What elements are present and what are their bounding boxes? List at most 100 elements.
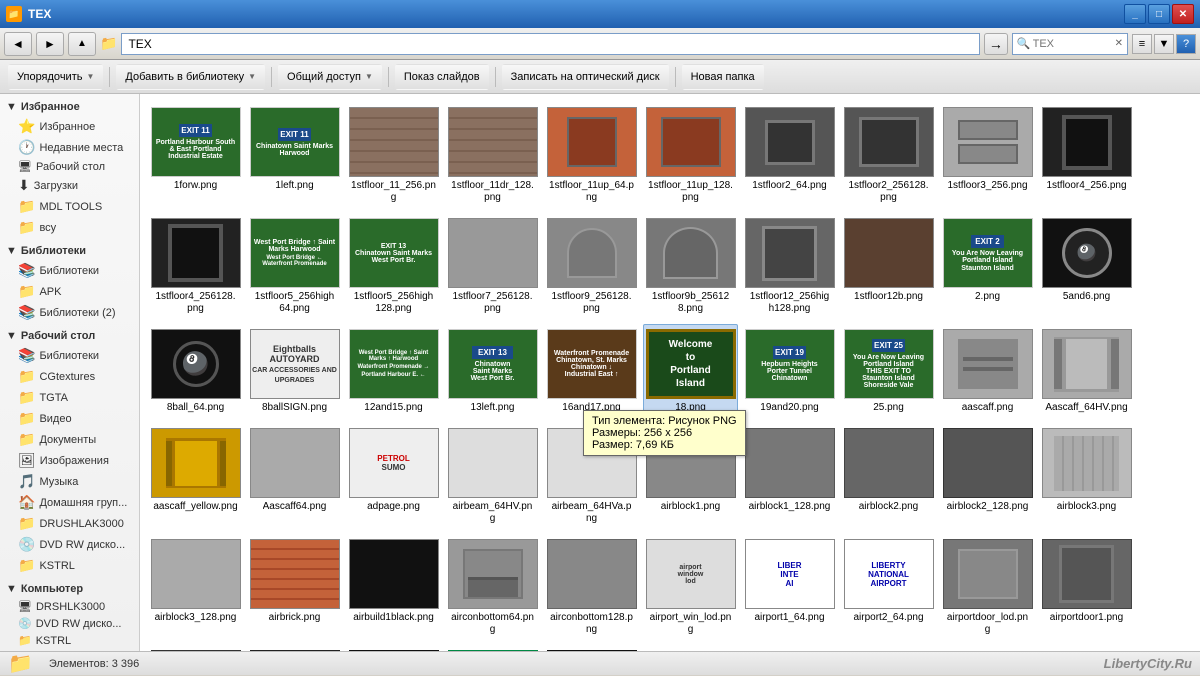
address-input[interactable] <box>121 33 979 55</box>
sidebar-item-apk[interactable]: 📁APK <box>0 281 139 302</box>
forward-button[interactable]: ► <box>36 32 64 56</box>
file-item[interactable]: airportwindowlod airport_win_lod.png <box>643 534 738 641</box>
file-item[interactable]: airportdoor3.png <box>346 645 441 651</box>
go-button[interactable]: → <box>984 33 1008 55</box>
sidebar-item-images[interactable]: 🖼Изображения <box>0 450 139 471</box>
libraries-header[interactable]: ▼ Библиотеки <box>0 242 139 260</box>
search-clear-icon[interactable]: ✕ <box>1115 38 1123 49</box>
new-folder-button[interactable]: Новая папка <box>682 64 764 90</box>
file-item[interactable]: 1stfloor_11dr_128.png <box>445 102 540 209</box>
close-button[interactable]: ✕ <box>1172 4 1194 24</box>
file-item[interactable]: EXIT 19 Hepburn HeightsPorter TunnelChin… <box>742 324 837 419</box>
sidebar-item-cgtex[interactable]: 📁CGtextures <box>0 366 139 387</box>
back-button[interactable]: ◄ <box>4 32 32 56</box>
desktop-header[interactable]: ▼ Рабочий стол <box>0 327 139 345</box>
file-item[interactable]: 1stfloor4_256128.png <box>148 213 243 320</box>
file-item[interactable]: EXIT 25 You Are Now LeavingPortland Isla… <box>841 324 936 419</box>
file-item[interactable]: EXIT 13 ChinatownSaint MarksWest Port Br… <box>445 324 540 419</box>
file-item[interactable]: aascaff_yellow.png <box>148 423 243 530</box>
file-item[interactable]: 1stfloor_11up_128.png <box>643 102 738 209</box>
file-item[interactable]: LIBERTYNATIONALAIRPORT airport2_64.png <box>841 534 936 641</box>
sidebar-item-kstrl2[interactable]: 📁KSTRL <box>0 632 139 649</box>
minimize-button[interactable]: _ <box>1124 4 1146 24</box>
file-grid-container[interactable]: EXIT 11 Portland Harbour South & East Po… <box>140 94 1200 651</box>
file-item[interactable]: 1stfloor12_256high128.png <box>742 213 837 320</box>
sidebar-item-dvd2[interactable]: 💿DVD RW диско... <box>0 615 139 632</box>
file-item[interactable]: airbrick.png <box>247 534 342 641</box>
sidebar-item-libs2[interactable]: 📚Библиотеки (2) <box>0 302 139 323</box>
file-item[interactable]: 1stfloor2_64.png <box>742 102 837 209</box>
sidebar-item-home[interactable]: 🏠Домашняя груп... <box>0 492 139 513</box>
file-item[interactable]: Waterfront PromenadeChinatown, St. Marks… <box>544 324 639 419</box>
sidebar-item-docs[interactable]: 📁Документы <box>0 429 139 450</box>
sidebar-item-music[interactable]: 🎵Музыка <box>0 471 139 492</box>
file-item[interactable]: 1stfloor_11_256.png <box>346 102 441 209</box>
file-item[interactable]: airportdoor4.png <box>445 645 540 651</box>
file-item[interactable]: airblock2_128.png <box>940 423 1035 530</box>
file-item[interactable]: airblock3.png <box>1039 423 1134 530</box>
computer-header[interactable]: ▼Компьютер <box>0 580 139 598</box>
maximize-button[interactable]: □ <box>1148 4 1170 24</box>
burn-button[interactable]: Записать на оптический диск <box>502 64 669 90</box>
view-list-button[interactable]: ≡ <box>1132 34 1152 54</box>
file-item[interactable]: WelcometoPortlandIsland 18.png <box>643 324 738 419</box>
sidebar-item-libs3[interactable]: 📚Библиотеки <box>0 345 139 366</box>
file-item[interactable]: Aascaff64.png <box>247 423 342 530</box>
share-button[interactable]: Общий доступ ▼ <box>278 64 382 90</box>
file-item[interactable]: airblock3_128.png <box>148 534 243 641</box>
file-item[interactable]: airportdoor2_64.png <box>247 645 342 651</box>
file-item[interactable]: airportdoor_lod.png <box>940 534 1035 641</box>
file-item[interactable]: 1stfloor2_256128.png <box>841 102 936 209</box>
file-item[interactable]: West Port Bridge ↑ Saint Marks Harwood W… <box>247 213 342 320</box>
file-item[interactable]: Aascaff_64HV.png <box>1039 324 1134 419</box>
sidebar-item-desktop[interactable]: 🖥Рабочий стол <box>0 158 139 175</box>
file-item[interactable]: 1stfloor4_256.png <box>1039 102 1134 209</box>
sidebar-item-video[interactable]: 📁Видео <box>0 408 139 429</box>
file-item[interactable]: EXIT 13 Chinatown Saint Marks West Port … <box>346 213 441 320</box>
file-item[interactable]: West Port Bridge ↑ Saint Marks ↑ Harwood… <box>346 324 441 419</box>
sidebar-item-vsu[interactable]: 📁всу <box>0 217 139 238</box>
file-item[interactable]: airportdoor2.png <box>148 645 243 651</box>
sidebar-item-mdltools[interactable]: 📁MDL TOOLS <box>0 196 139 217</box>
file-item[interactable]: airconbottom64.png <box>445 534 540 641</box>
favorites-header[interactable]: ▼ Избранное <box>0 98 139 116</box>
sidebar-item-dvd[interactable]: 💿DVD RW диско... <box>0 534 139 555</box>
file-item[interactable]: LIBERINTEAI airport1_64.png <box>742 534 837 641</box>
file-item[interactable]: airblock2.png <box>841 423 936 530</box>
help-button[interactable]: ? <box>1176 34 1196 54</box>
add-to-library-button[interactable]: Добавить в библиотеку ▼ <box>116 64 265 90</box>
file-item[interactable]: 🎱 5and6.png <box>1039 213 1134 320</box>
file-item[interactable]: 1stfloor3_256.png <box>940 102 1035 209</box>
file-item[interactable]: 1stfloor7_256128.png <box>445 213 540 320</box>
file-item[interactable]: 1stfloor9_256128.png <box>544 213 639 320</box>
file-item[interactable]: airbuild1black.png <box>346 534 441 641</box>
slideshow-button[interactable]: Показ слайдов <box>395 64 489 90</box>
sidebar-item-downloads[interactable]: ⬇Загрузки <box>0 175 139 196</box>
file-item[interactable]: EXIT 11 Chinatown Saint Marks Harwood 1l… <box>247 102 342 209</box>
sidebar-item-recent[interactable]: 🕐Недавние места <box>0 137 139 158</box>
sidebar-item-favorites[interactable]: ⭐Избранное <box>0 116 139 137</box>
file-item[interactable]: 1stfloor_11up_64.png <box>544 102 639 209</box>
sidebar-item-computer[interactable]: 🖥DRSHLK3000 <box>0 598 139 615</box>
file-item[interactable]: airportdoor1.png <box>1039 534 1134 641</box>
up-button[interactable]: ▲ <box>68 32 96 56</box>
file-item[interactable]: airbeam_64HV.png <box>445 423 540 530</box>
file-item[interactable]: 1stfloor12b.png <box>841 213 936 320</box>
file-item[interactable]: EXIT 2 You Are Now Leaving Portland Isla… <box>940 213 1035 320</box>
file-item[interactable]: airblock1_128.png <box>742 423 837 530</box>
file-item[interactable]: 1stfloor9b_256128.png <box>643 213 738 320</box>
sidebar-item-kstrl[interactable]: 📁KSTRL <box>0 555 139 576</box>
file-item[interactable]: 🎱 8ball_64.png <box>148 324 243 419</box>
file-item[interactable]: aascaff.png <box>940 324 1035 419</box>
sidebar-item-libs[interactable]: 📚Библиотеки <box>0 260 139 281</box>
file-item[interactable]: airportdoor1128.png <box>544 645 639 651</box>
file-item[interactable]: PETROLSUMO adpage.png <box>346 423 441 530</box>
organize-button[interactable]: Упорядочить ▼ <box>8 64 103 90</box>
file-item[interactable]: EXIT 11 Portland Harbour South & East Po… <box>148 102 243 209</box>
view-details-button[interactable]: ▼ <box>1154 34 1174 54</box>
search-input[interactable] <box>1033 38 1113 50</box>
sidebar-item-tgta[interactable]: 📁TGTA <box>0 387 139 408</box>
file-item[interactable]: EightballsAUTOYARDCAR ACCESSORIES AND UP… <box>247 324 342 419</box>
sidebar-item-drush[interactable]: 📁DRUSHLAK3000 <box>0 513 139 534</box>
file-item[interactable]: airconbottom128.png <box>544 534 639 641</box>
